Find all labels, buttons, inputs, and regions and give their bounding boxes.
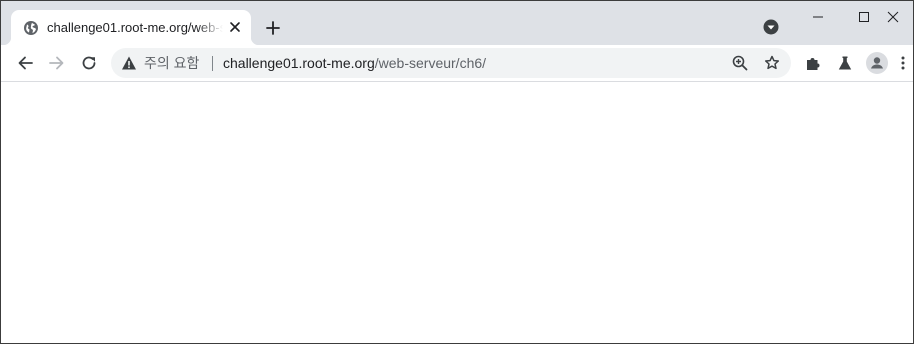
window-close-button[interactable] (887, 1, 913, 33)
tab-active[interactable]: challenge01.root-me.org/web-serveur/ch6/ (3, 10, 259, 45)
menu-button[interactable] (895, 49, 913, 77)
star-icon (764, 55, 780, 71)
back-button[interactable] (11, 49, 39, 77)
security-label[interactable]: 주의 요함 (144, 54, 199, 72)
puzzle-icon (805, 55, 821, 71)
kebab-menu-icon (895, 55, 911, 71)
minimize-icon (812, 11, 824, 23)
close-icon (887, 11, 899, 23)
browser-window: challenge01.root-me.org/web-serveur/ch6/ (0, 0, 914, 344)
back-arrow-icon (17, 55, 33, 71)
maximize-icon (858, 11, 870, 23)
globe-icon (23, 20, 39, 36)
tab-title: challenge01.root-me.org/web-serveur/ch6/ (47, 20, 223, 35)
browser-toolbar: 주의 요함 challenge01.root-me.org/web-serveu… (1, 45, 913, 82)
labs-button[interactable] (831, 49, 859, 77)
bookmark-button[interactable] (760, 51, 784, 75)
profile-button[interactable] (863, 49, 891, 77)
reload-button[interactable] (75, 49, 103, 77)
page-content (1, 82, 913, 343)
tab-close-icon[interactable] (227, 19, 243, 35)
url-text[interactable]: challenge01.root-me.org/web-serveur/ch6/ (223, 54, 486, 72)
url-host: challenge01.root-me.org (223, 55, 375, 71)
zoom-icon (732, 55, 748, 71)
maximize-button[interactable] (841, 1, 887, 33)
zoom-button[interactable] (728, 51, 752, 75)
plus-icon (266, 21, 280, 35)
flask-icon (837, 55, 853, 71)
url-path: /web-serveur/ch6/ (374, 55, 487, 71)
tab-strip: challenge01.root-me.org/web-serveur/ch6/ (1, 1, 913, 45)
separator (212, 56, 213, 71)
extensions-button[interactable] (799, 49, 827, 77)
tab-search-button[interactable] (761, 17, 781, 37)
tab-search-icon (763, 19, 779, 35)
reload-icon (81, 55, 97, 71)
address-bar[interactable]: 주의 요함 challenge01.root-me.org/web-serveu… (111, 48, 791, 78)
warning-triangle-icon[interactable] (121, 55, 137, 71)
minimize-button[interactable] (795, 1, 841, 33)
forward-arrow-icon (49, 55, 65, 71)
forward-button[interactable] (43, 49, 71, 77)
new-tab-button[interactable] (259, 14, 287, 42)
avatar-icon (866, 52, 888, 74)
